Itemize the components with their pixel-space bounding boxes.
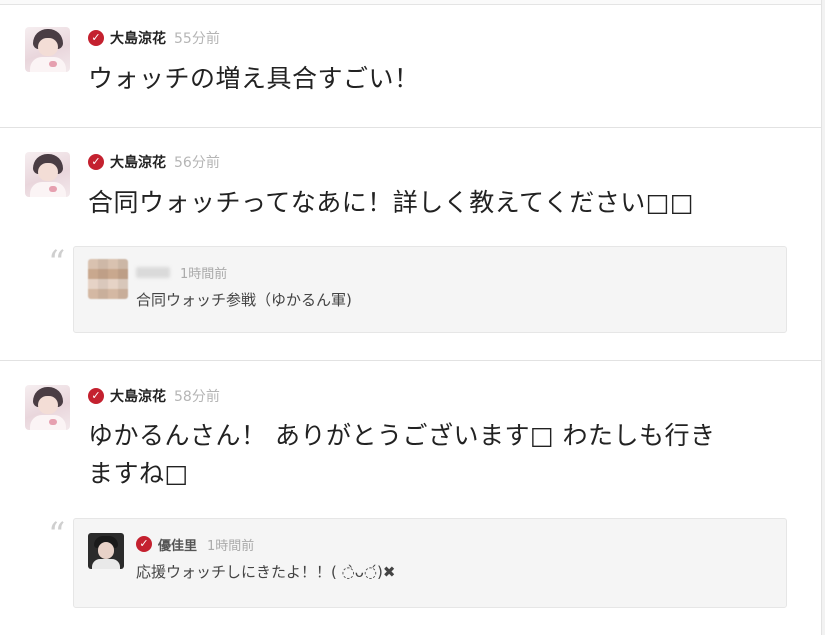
author-name[interactable]: 大島涼花 bbox=[110, 28, 166, 48]
scrollbar-track[interactable] bbox=[821, 0, 825, 635]
author-row: ✓ 大島涼花 55分前 bbox=[88, 28, 220, 48]
quote-icon: “ bbox=[48, 515, 66, 555]
avatar[interactable] bbox=[25, 385, 70, 430]
reply-author-row: 1時間前 bbox=[136, 263, 228, 282]
timestamp: 55分前 bbox=[174, 31, 220, 47]
quote-icon: “ bbox=[48, 243, 66, 283]
avatar-pixelated[interactable] bbox=[88, 259, 128, 299]
timestamp: 58分前 bbox=[174, 389, 220, 405]
reply-timestamp: 1時間前 bbox=[207, 538, 255, 554]
reply-text: 応援ウォッチしにきたよ！！( ◌̀ᴗ◌́)✖ bbox=[136, 563, 396, 581]
reply-author-row: ✓ 優佳里 1時間前 bbox=[136, 535, 255, 554]
comment-text: 合同ウォッチってなあに！詳しく教えてください□□ bbox=[88, 188, 694, 217]
divider bbox=[0, 127, 822, 128]
comment-text-line-2: ますね□ bbox=[88, 459, 189, 488]
reply-avatar[interactable] bbox=[88, 533, 124, 569]
timestamp: 56分前 bbox=[174, 155, 220, 171]
author-row: ✓ 大島涼花 56分前 bbox=[88, 152, 220, 172]
reply-author-name[interactable]: 優佳里 bbox=[158, 535, 197, 554]
verified-check-icon: ✓ bbox=[88, 154, 104, 170]
verified-check-icon: ✓ bbox=[88, 30, 104, 46]
author-name[interactable]: 大島涼花 bbox=[110, 152, 166, 172]
author-row: ✓ 大島涼花 58分前 bbox=[88, 386, 220, 406]
comment-text: ウォッチの増え具合すごい！ bbox=[88, 64, 420, 93]
reply-author-name-blurred bbox=[136, 266, 170, 278]
divider bbox=[0, 360, 822, 361]
quoted-reply[interactable]: 1時間前 合同ウォッチ参戦（ゆかるん軍) bbox=[73, 246, 787, 333]
comment-text-line-1: ゆかるんさん！ ありがとうございます□ わたしも行き bbox=[88, 421, 716, 450]
reply-timestamp: 1時間前 bbox=[180, 266, 228, 282]
avatar[interactable] bbox=[25, 27, 70, 72]
quoted-reply[interactable]: ✓ 優佳里 1時間前 応援ウォッチしにきたよ！！( ◌̀ᴗ◌́)✖ bbox=[73, 518, 787, 608]
reply-text: 合同ウォッチ参戦（ゆかるん軍) bbox=[136, 291, 352, 309]
top-border bbox=[0, 0, 825, 5]
verified-check-icon: ✓ bbox=[136, 536, 152, 552]
author-name[interactable]: 大島涼花 bbox=[110, 386, 166, 406]
verified-check-icon: ✓ bbox=[88, 388, 104, 404]
avatar[interactable] bbox=[25, 152, 70, 197]
